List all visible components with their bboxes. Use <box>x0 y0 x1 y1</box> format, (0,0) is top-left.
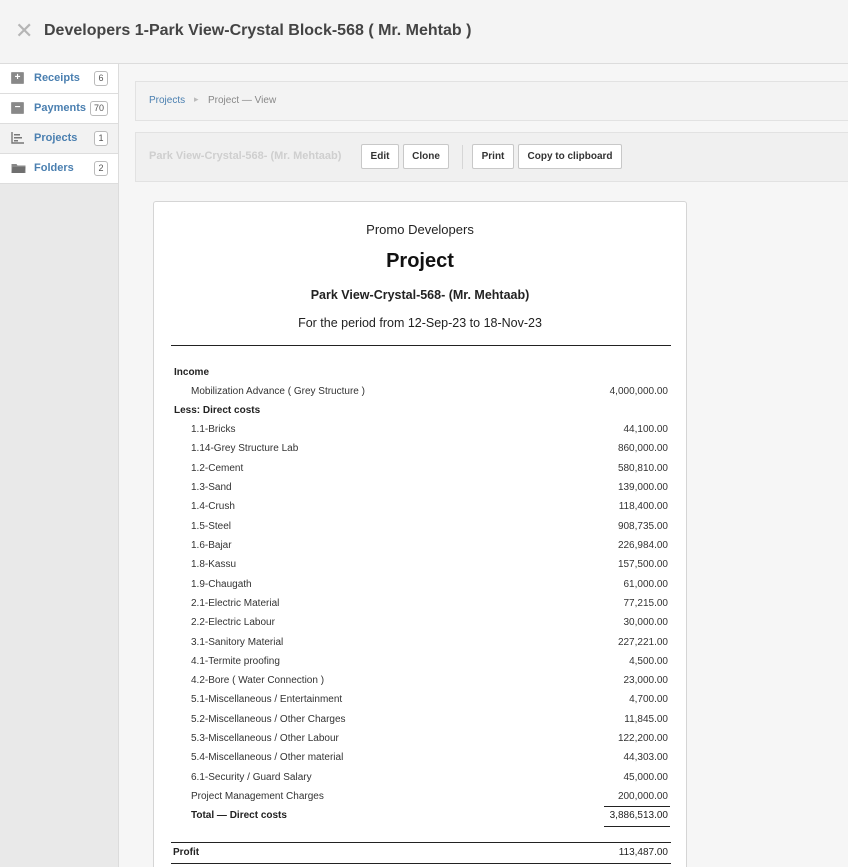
breadcrumb-current: Project — View <box>208 95 277 106</box>
total-amount: 3,886,513.00 <box>609 810 668 821</box>
report-project-name: Park View-Crystal-568- (Mr. Mehtaab) <box>310 288 530 302</box>
window-header: ✕ Developers 1-Park View-Crystal Block-5… <box>0 0 848 64</box>
line-item-label: 1.5-Steel <box>191 520 232 532</box>
divider <box>604 806 670 807</box>
line-item-label: 1.6-Bajar <box>191 539 232 551</box>
report-heading: Project <box>386 250 454 272</box>
toolbar-divider <box>462 145 463 169</box>
line-item-amount: 200,000.00 <box>617 791 668 803</box>
divider <box>604 826 670 827</box>
line-item-amount: 860,000.00 <box>617 443 668 455</box>
profit-amount: 113,487.00 <box>618 847 668 858</box>
sidebar-item-label: Projects <box>34 132 78 144</box>
line-item-amount: 226,984.00 <box>617 539 668 551</box>
clone-button[interactable]: Clone <box>403 144 449 169</box>
line-item-label: 1.8-Kassu <box>191 559 237 571</box>
line-item-label: 1.4-Crush <box>191 501 235 513</box>
sidebar-item-folders[interactable]: Folders 2 <box>0 154 118 184</box>
line-item-amount: 122,200.00 <box>617 733 668 745</box>
line-item-label: 3.1-Sanitory Material <box>191 636 284 648</box>
line-item-amount: 580,810.00 <box>617 462 668 474</box>
line-item-label: 5.1-Miscellaneous / Entertainment <box>191 694 343 706</box>
divider <box>171 842 671 843</box>
line-item-label: 1.3-Sand <box>191 481 232 493</box>
line-item-label: 4.1-Termite proofing <box>191 655 280 667</box>
line-item-label: Mobilization Advance ( Grey Structure ) <box>191 386 365 397</box>
chevron-right-icon: ▸ <box>194 94 199 104</box>
line-item-label: 5.3-Miscellaneous / Other Labour <box>191 733 339 745</box>
divider <box>171 345 671 346</box>
report-company: Promo Developers <box>366 222 474 237</box>
toolbar: Park View-Crystal-568- (Mr. Mehtaab) Edi… <box>135 132 848 182</box>
sidebar-item-label: Receipts <box>34 72 80 84</box>
line-item-amount: 139,000.00 <box>617 481 668 493</box>
breadcrumb: Projects ▸ Project — View <box>135 81 848 121</box>
line-item-amount: 23,000.00 <box>623 675 669 687</box>
line-item-label: 2.2-Electric Labour <box>191 617 275 629</box>
line-item-label: 4.2-Bore ( Water Connection ) <box>191 675 325 687</box>
line-item-amount: 4,000,000.00 <box>609 386 668 397</box>
costs-section-label: Less: Direct costs <box>174 405 261 416</box>
report-period: For the period from 12-Sep-23 to 18-Nov-… <box>298 316 542 330</box>
sidebar-item-receipts[interactable]: + Receipts 6 <box>0 64 118 94</box>
profit-label: Profit <box>173 847 200 858</box>
line-item-label: 5.4-Miscellaneous / Other material <box>191 752 344 764</box>
line-item-label: Project Management Charges <box>191 791 324 803</box>
sidebar-item-projects[interactable]: Projects 1 <box>0 124 118 154</box>
line-item-label: 1.14-Grey Structure Lab <box>191 443 299 455</box>
line-item-amount: 11,845.00 <box>624 713 668 725</box>
page-title: Developers 1-Park View-Crystal Block-568… <box>44 22 472 39</box>
line-item-label: 1.2-Cement <box>191 462 244 474</box>
line-item-amount: 4,500.00 <box>629 655 668 667</box>
line-item-label: 6.1-Security / Guard Salary <box>191 771 312 783</box>
count-badge: 2 <box>94 161 108 176</box>
divider <box>171 863 671 864</box>
count-badge: 6 <box>94 71 108 86</box>
line-item-amount: 77,215.00 <box>623 597 669 609</box>
edit-button[interactable]: Edit <box>361 144 399 169</box>
breadcrumb-link-projects[interactable]: Projects <box>149 95 185 106</box>
sidebar-item-payments[interactable]: − Payments 70 <box>0 94 118 124</box>
sidebar-item-label: Folders <box>34 162 74 174</box>
line-item-amount: 44,303.00 <box>623 752 669 764</box>
minus-box-icon: − <box>11 102 24 114</box>
record-title: Park View-Crystal-568- (Mr. Mehtaab) <box>149 150 342 162</box>
line-item-amount: 44,100.00 <box>623 424 669 435</box>
count-badge: 1 <box>94 131 108 146</box>
income-section-label: Income <box>174 367 210 378</box>
count-badge: 70 <box>89 101 108 116</box>
line-item-amount: 157,500.00 <box>617 559 668 571</box>
close-icon[interactable]: ✕ <box>15 20 35 42</box>
folder-icon <box>11 164 26 173</box>
plus-box-icon: + <box>11 72 24 84</box>
line-item-amount: 45,000.00 <box>623 771 669 783</box>
project-report: Promo Developers Project Park View-Cryst… <box>153 201 687 867</box>
line-item-label: 2.1-Electric Material <box>191 597 280 609</box>
line-item-amount: 227,221.00 <box>617 636 668 648</box>
copy-to-clipboard-button[interactable]: Copy to clipboard <box>518 144 622 169</box>
sidebar-item-label: Payments <box>34 102 86 114</box>
line-item-label: 1.1-Bricks <box>191 424 236 435</box>
line-item-amount: 61,000.00 <box>623 578 669 590</box>
line-item-amount: 30,000.00 <box>623 617 669 629</box>
sidebar: + Receipts 6 − Payments 70 Projects 1 Fo… <box>0 64 119 867</box>
line-item-amount: 4,700.00 <box>629 694 668 706</box>
line-item-label: 1.9-Chaugath <box>191 578 252 590</box>
bar-chart-icon <box>11 132 24 144</box>
line-item-label: 5.2-Miscellaneous / Other Charges <box>191 713 346 725</box>
print-button[interactable]: Print <box>472 144 514 169</box>
total-label: Total — Direct costs <box>191 810 287 821</box>
line-item-amount: 908,735.00 <box>617 520 668 532</box>
line-item-amount: 118,400.00 <box>618 501 668 513</box>
